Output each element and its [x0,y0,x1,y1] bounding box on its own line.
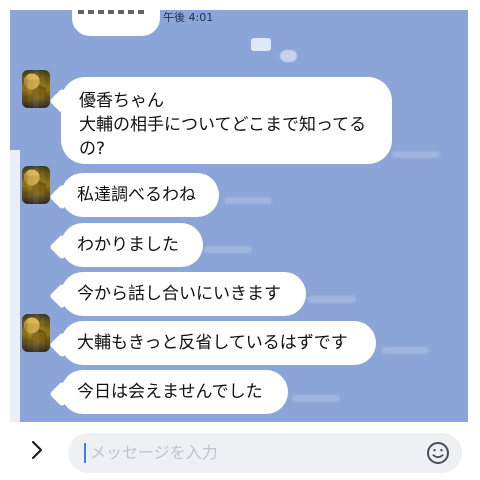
message-input[interactable] [90,438,390,468]
blurred-read-status [308,296,356,303]
blurred-read-status [392,151,440,158]
message-line: 今日は会えませんでした [77,382,263,402]
top-message-time: 午後 4:01 [163,11,214,24]
message-bubble-m6: 今日は会えませんでした [49,370,288,414]
top-message-bubble [72,10,160,36]
blurred-read-status [224,197,272,204]
message-line: 大輔の相手についてどこまで知ってる [79,115,367,135]
message-line: 私達調べるわね [77,185,196,205]
chat-background: 午後 4:01 優香ちゃん 大輔の相手についてどこまで知ってる の? 私達調べる… [10,10,468,422]
avatar [22,166,50,204]
avatar [22,70,50,108]
text-cursor [84,443,86,463]
left-edge-strip [10,150,20,422]
blurred-top-status [280,50,297,62]
message-line: 今から話し合いにいきます [77,284,281,304]
message-bubble-m4: 今から話し合いにいきます [49,272,306,316]
message-bubble-m3: わかりました [49,223,203,267]
blurred-read-status [381,347,429,354]
blurred-read-status [292,395,340,402]
message-line: 優香ちゃん [79,91,164,111]
message-bubble-m2: 私達調べるわね [49,173,219,217]
blurred-read-status [204,246,252,253]
avatar [22,314,50,352]
smiley-icon[interactable] [426,441,450,465]
message-line: 大輔もきっと反省しているはずです [77,333,348,353]
message-line: の? [79,139,106,159]
message-line: わかりました [77,235,179,255]
chevron-right-icon[interactable] [28,439,46,461]
blurred-top-icon [251,38,271,51]
message-bubble-m1: 優香ちゃん 大輔の相手についてどこまで知ってる の? [49,77,392,164]
message-bubble-m5: 大輔もきっと反省しているはずです [49,321,376,365]
